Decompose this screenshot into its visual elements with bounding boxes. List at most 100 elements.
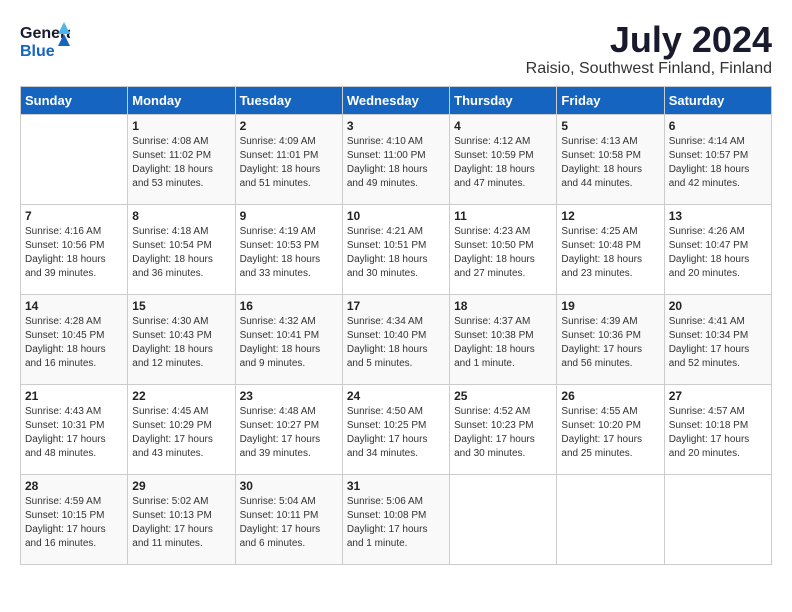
calendar-cell: 29Sunrise: 5:02 AMSunset: 10:13 PMDaylig… xyxy=(128,474,235,564)
cell-content: Sunrise: 4:52 AMSunset: 10:23 PMDaylight… xyxy=(454,405,552,461)
cell-content: Sunrise: 4:48 AMSunset: 10:27 PMDaylight… xyxy=(240,405,338,461)
day-number: 8 xyxy=(132,209,230,223)
cell-content: Sunrise: 4:26 AMSunset: 10:47 PMDaylight… xyxy=(669,225,767,281)
calendar-cell xyxy=(664,474,771,564)
day-number: 14 xyxy=(25,299,123,313)
calendar-cell: 27 Sunrise: 4:57 AMSunset: 10:18 PMDaylig… xyxy=(664,384,771,474)
day-number: 12 xyxy=(561,209,659,223)
day-number: 20 xyxy=(669,299,767,313)
calendar-cell: 25 Sunrise: 4:52 AMSunset: 10:23 PMDaylig… xyxy=(450,384,557,474)
calendar-week-row: 28Sunrise: 4:59 AMSunset: 10:15 PMDaylig… xyxy=(21,474,772,564)
cell-content: Sunrise: 4:13 AMSunset: 10:58 PMDaylight… xyxy=(561,135,659,191)
calendar-week-row: 14 Sunrise: 4:28 AMSunset: 10:45 PMDaylig… xyxy=(21,294,772,384)
day-number: 10 xyxy=(347,209,445,223)
cell-content: Sunrise: 4:37 AMSunset: 10:38 PMDaylight… xyxy=(454,315,552,371)
day-number: 9 xyxy=(240,209,338,223)
day-number: 13 xyxy=(669,209,767,223)
cell-content: Sunrise: 4:12 AMSunset: 10:59 PMDaylight… xyxy=(454,135,552,191)
day-number: 7 xyxy=(25,209,123,223)
cell-content: Sunrise: 4:19 AMSunset: 10:53 PMDaylight… xyxy=(240,225,338,281)
title-block: July 2024 Raisio, Southwest Finland, Fin… xyxy=(526,20,772,78)
calendar-cell: 18 Sunrise: 4:37 AMSunset: 10:38 PMDaylig… xyxy=(450,294,557,384)
calendar-cell: 1 Sunrise: 4:08 AMSunset: 11:02 PMDayligh… xyxy=(128,114,235,204)
day-number: 6 xyxy=(669,119,767,133)
day-of-week-header: Wednesday xyxy=(342,86,449,114)
calendar-cell: 26 Sunrise: 4:55 AMSunset: 10:20 PMDaylig… xyxy=(557,384,664,474)
calendar-week-row: 7Sunrise: 4:16 AMSunset: 10:56 PMDayligh… xyxy=(21,204,772,294)
calendar-cell: 7Sunrise: 4:16 AMSunset: 10:56 PMDayligh… xyxy=(21,204,128,294)
day-number: 23 xyxy=(240,389,338,403)
day-number: 25 xyxy=(454,389,552,403)
calendar-cell: 3Sunrise: 4:10 AMSunset: 11:00 PMDayligh… xyxy=(342,114,449,204)
calendar-cell: 6 Sunrise: 4:14 AMSunset: 10:57 PMDayligh… xyxy=(664,114,771,204)
day-of-week-header: Saturday xyxy=(664,86,771,114)
day-of-week-header: Monday xyxy=(128,86,235,114)
calendar-cell xyxy=(21,114,128,204)
calendar-cell: 30 Sunrise: 5:04 AMSunset: 10:11 PMDaylig… xyxy=(235,474,342,564)
cell-content: Sunrise: 4:14 AMSunset: 10:57 PMDaylight… xyxy=(669,135,767,191)
month-year-title: July 2024 xyxy=(526,20,772,60)
day-of-week-header: Sunday xyxy=(21,86,128,114)
calendar-cell: 9 Sunrise: 4:19 AMSunset: 10:53 PMDayligh… xyxy=(235,204,342,294)
cell-content: Sunrise: 4:50 AMSunset: 10:25 PMDaylight… xyxy=(347,405,445,461)
cell-content: Sunrise: 4:57 AMSunset: 10:18 PMDaylight… xyxy=(669,405,767,461)
calendar-cell: 22Sunrise: 4:45 AMSunset: 10:29 PMDaylig… xyxy=(128,384,235,474)
calendar-cell: 14 Sunrise: 4:28 AMSunset: 10:45 PMDaylig… xyxy=(21,294,128,384)
cell-content: Sunrise: 4:18 AMSunset: 10:54 PMDaylight… xyxy=(132,225,230,281)
cell-content: Sunrise: 4:59 AMSunset: 10:15 PMDaylight… xyxy=(25,495,123,551)
calendar-cell: 28Sunrise: 4:59 AMSunset: 10:15 PMDaylig… xyxy=(21,474,128,564)
calendar-cell: 11 Sunrise: 4:23 AMSunset: 10:50 PMDaylig… xyxy=(450,204,557,294)
calendar-week-row: 1 Sunrise: 4:08 AMSunset: 11:02 PMDayligh… xyxy=(21,114,772,204)
cell-content: Sunrise: 4:23 AMSunset: 10:50 PMDaylight… xyxy=(454,225,552,281)
day-number: 24 xyxy=(347,389,445,403)
cell-content: Sunrise: 4:43 AMSunset: 10:31 PMDaylight… xyxy=(25,405,123,461)
day-number: 27 xyxy=(669,389,767,403)
logo: General Blue xyxy=(20,20,70,64)
location-subtitle: Raisio, Southwest Finland, Finland xyxy=(526,60,772,78)
day-of-week-header: Friday xyxy=(557,86,664,114)
day-number: 4 xyxy=(454,119,552,133)
cell-content: Sunrise: 4:32 AMSunset: 10:41 PMDaylight… xyxy=(240,315,338,371)
calendar-cell: 17Sunrise: 4:34 AMSunset: 10:40 PMDaylig… xyxy=(342,294,449,384)
cell-content: Sunrise: 4:21 AMSunset: 10:51 PMDaylight… xyxy=(347,225,445,281)
day-number: 3 xyxy=(347,119,445,133)
calendar-cell: 12 Sunrise: 4:25 AMSunset: 10:48 PMDaylig… xyxy=(557,204,664,294)
logo-graphic: General Blue xyxy=(20,20,70,64)
day-number: 17 xyxy=(347,299,445,313)
cell-content: Sunrise: 5:06 AMSunset: 10:08 PMDaylight… xyxy=(347,495,445,551)
day-of-week-header: Thursday xyxy=(450,86,557,114)
day-of-week-header: Tuesday xyxy=(235,86,342,114)
calendar-cell: 2 Sunrise: 4:09 AMSunset: 11:01 PMDayligh… xyxy=(235,114,342,204)
cell-content: Sunrise: 4:41 AMSunset: 10:34 PMDaylight… xyxy=(669,315,767,371)
day-number: 11 xyxy=(454,209,552,223)
cell-content: Sunrise: 4:09 AMSunset: 11:01 PMDaylight… xyxy=(240,135,338,191)
calendar-cell xyxy=(557,474,664,564)
day-number: 22 xyxy=(132,389,230,403)
calendar-cell: 10 Sunrise: 4:21 AMSunset: 10:51 PMDaylig… xyxy=(342,204,449,294)
cell-content: Sunrise: 4:30 AMSunset: 10:43 PMDaylight… xyxy=(132,315,230,371)
calendar-cell: 24 Sunrise: 4:50 AMSunset: 10:25 PMDaylig… xyxy=(342,384,449,474)
cell-content: Sunrise: 4:08 AMSunset: 11:02 PMDaylight… xyxy=(132,135,230,191)
calendar-cell: 31Sunrise: 5:06 AMSunset: 10:08 PMDaylig… xyxy=(342,474,449,564)
day-number: 5 xyxy=(561,119,659,133)
cell-content: Sunrise: 5:04 AMSunset: 10:11 PMDaylight… xyxy=(240,495,338,551)
calendar-cell: 19Sunrise: 4:39 AMSunset: 10:36 PMDaylig… xyxy=(557,294,664,384)
calendar-cell: 20 Sunrise: 4:41 AMSunset: 10:34 PMDaylig… xyxy=(664,294,771,384)
cell-content: Sunrise: 4:55 AMSunset: 10:20 PMDaylight… xyxy=(561,405,659,461)
day-number: 15 xyxy=(132,299,230,313)
day-number: 2 xyxy=(240,119,338,133)
calendar-cell: 4 Sunrise: 4:12 AMSunset: 10:59 PMDayligh… xyxy=(450,114,557,204)
calendar-cell: 16 Sunrise: 4:32 AMSunset: 10:41 PMDaylig… xyxy=(235,294,342,384)
cell-content: Sunrise: 4:25 AMSunset: 10:48 PMDaylight… xyxy=(561,225,659,281)
day-number: 29 xyxy=(132,479,230,493)
calendar-cell: 23 Sunrise: 4:48 AMSunset: 10:27 PMDaylig… xyxy=(235,384,342,474)
day-number: 16 xyxy=(240,299,338,313)
calendar-header-row: SundayMondayTuesdayWednesdayThursdayFrid… xyxy=(21,86,772,114)
cell-content: Sunrise: 4:28 AMSunset: 10:45 PMDaylight… xyxy=(25,315,123,371)
day-number: 18 xyxy=(454,299,552,313)
calendar-cell: 21Sunrise: 4:43 AMSunset: 10:31 PMDaylig… xyxy=(21,384,128,474)
day-number: 26 xyxy=(561,389,659,403)
day-number: 1 xyxy=(132,119,230,133)
svg-text:Blue: Blue xyxy=(20,43,55,60)
day-number: 30 xyxy=(240,479,338,493)
